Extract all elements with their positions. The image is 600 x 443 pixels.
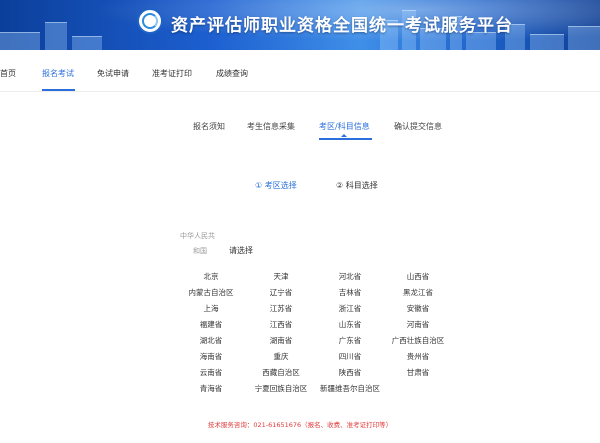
step-candidate-info[interactable]: 考生信息采集: [247, 121, 295, 132]
nav-exemption-application[interactable]: 免试申请: [97, 68, 129, 79]
province-option[interactable]: 宁夏回族自治区: [241, 383, 321, 394]
support-hotline: 技术服务咨询：021-61651676（报名、收费、准考证打印等）: [207, 421, 393, 429]
province-option[interactable]: 山西省: [378, 271, 458, 282]
substep-region-select[interactable]: ① 考区选择: [255, 180, 297, 191]
step-region-subject[interactable]: 考区/科目信息: [319, 121, 370, 132]
province-option[interactable]: 河南省: [378, 319, 458, 330]
banner-skyline: [530, 34, 564, 50]
province-option[interactable]: 重庆: [241, 351, 321, 362]
province-option[interactable]: 湖南省: [241, 335, 321, 346]
nav-exam-registration[interactable]: 报名考试: [42, 68, 74, 79]
header-banner: 资产评估师职业资格全国统一考试服务平台: [0, 0, 600, 50]
province-option[interactable]: 新疆维吾尔自治区: [310, 383, 390, 394]
province-option[interactable]: 安徽省: [378, 303, 458, 314]
province-option[interactable]: 湖北省: [171, 335, 251, 346]
province-option[interactable]: 福建省: [171, 319, 251, 330]
region-select-prompt: 请选择: [229, 246, 253, 255]
substep-subject-select[interactable]: ② 科目选择: [336, 180, 378, 191]
province-option[interactable]: 海南省: [171, 351, 251, 362]
country-label-cont: 和国: [193, 247, 207, 255]
province-option[interactable]: 北京: [171, 271, 251, 282]
country-label: 中华人民共: [180, 232, 215, 240]
sub-steps: ① 考区选择 ② 科目选择: [0, 180, 600, 194]
province-option[interactable]: 西藏自治区: [241, 367, 321, 378]
province-option[interactable]: 辽宁省: [241, 287, 321, 298]
nav-home[interactable]: 首页: [0, 68, 16, 79]
nav-admission-ticket-print[interactable]: 准考证打印: [152, 68, 192, 79]
step-active-caret-icon: [341, 134, 347, 137]
step-registration-notice[interactable]: 报名须知: [193, 121, 225, 132]
province-option[interactable]: 广西壮族自治区: [378, 335, 458, 346]
province-option[interactable]: 云南省: [171, 367, 251, 378]
banner-skyline: [568, 26, 600, 50]
province-option[interactable]: 江苏省: [241, 303, 321, 314]
site-title: 资产评估师职业资格全国统一考试服务平台: [171, 16, 513, 36]
logo-emblem-icon: [142, 13, 158, 29]
nav-active-underline: [42, 89, 75, 91]
banner-skyline: [0, 32, 40, 50]
province-option[interactable]: 内蒙古自治区: [171, 287, 251, 298]
main-nav: 首页 报名考试 免试申请 准考证打印 成绩查询: [0, 58, 600, 92]
province-option[interactable]: 贵州省: [378, 351, 458, 362]
step-active-underline: [319, 138, 372, 140]
province-option[interactable]: 青海省: [171, 383, 251, 394]
province-option[interactable]: 江西省: [241, 319, 321, 330]
banner-skyline: [45, 22, 67, 50]
province-option[interactable]: 上海: [171, 303, 251, 314]
registration-steps: 报名须知 考生信息采集 考区/科目信息 确认提交信息: [0, 121, 600, 145]
province-option[interactable]: 甘肃省: [378, 367, 458, 378]
province-option[interactable]: 天津: [241, 271, 321, 282]
site-logo: [137, 8, 163, 34]
step-confirm-submit[interactable]: 确认提交信息: [394, 121, 442, 132]
province-option[interactable]: 黑龙江省: [378, 287, 458, 298]
banner-skyline: [72, 36, 102, 50]
nav-score-query[interactable]: 成绩查询: [216, 68, 248, 79]
